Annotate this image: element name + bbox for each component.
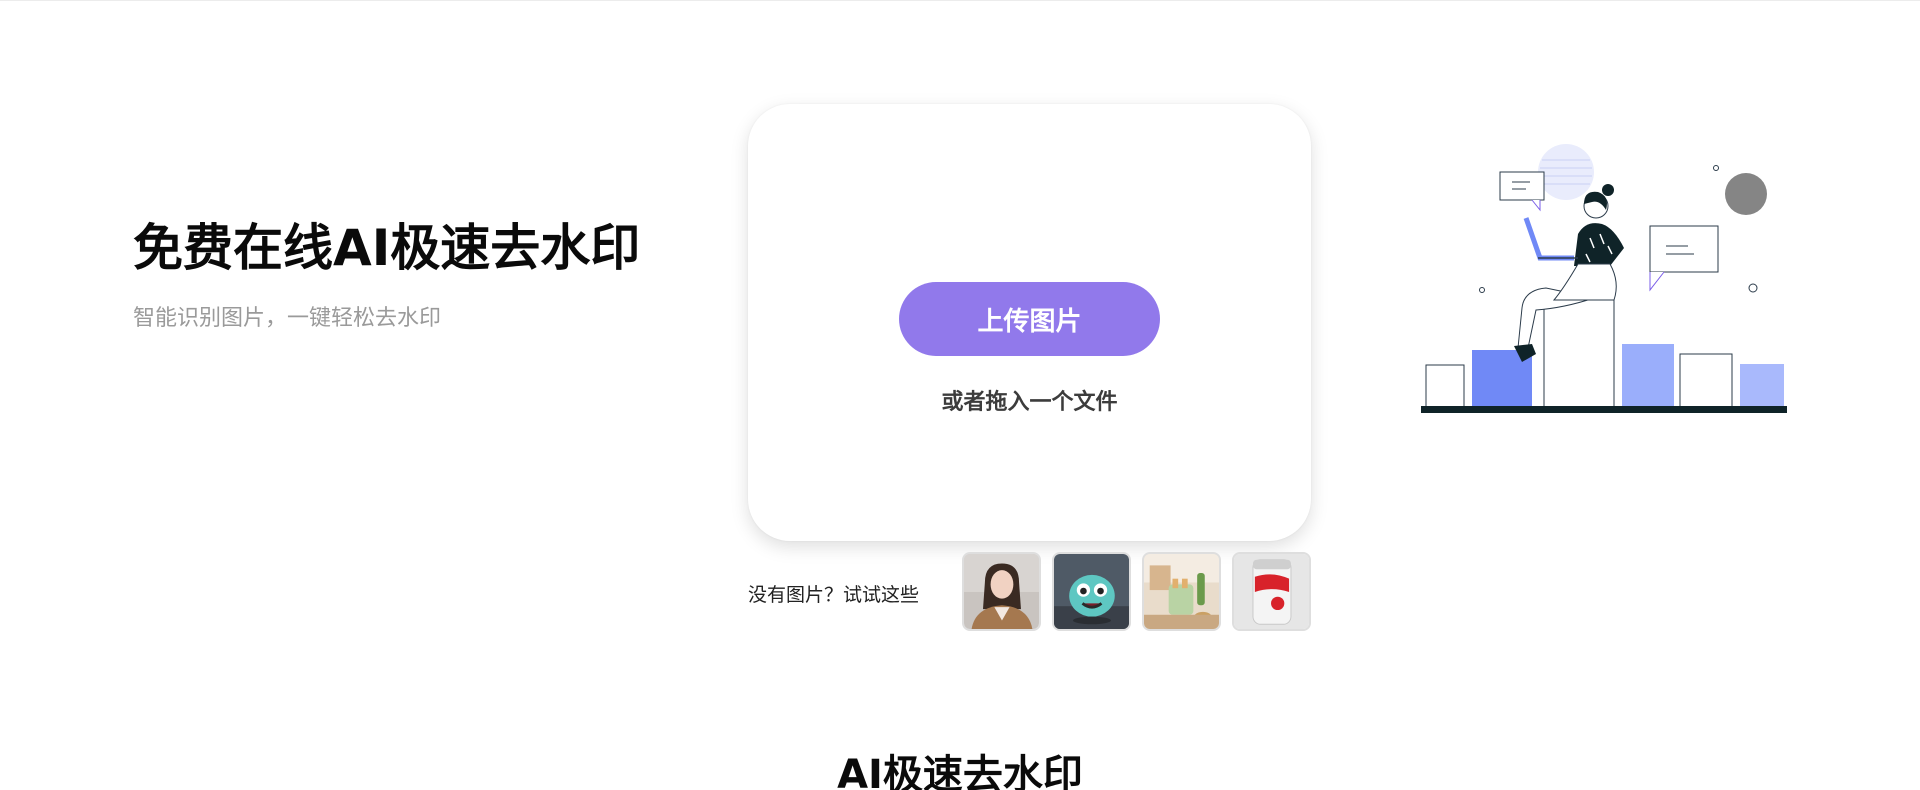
person-with-laptop-illustration [1421, 144, 1787, 413]
top-divider [0, 0, 1920, 1]
upload-image-button[interactable]: 上传图片 [899, 282, 1160, 356]
cartoon-monster-image [1054, 554, 1129, 629]
drop-hint-text: 或者拖入一个文件 [941, 390, 1118, 415]
cola-can-image [1234, 554, 1309, 629]
samples-label: 没有图片？试试这些 [748, 584, 920, 606]
hero-subtitle: 智能识别图片，一键轻松去水印 [133, 306, 442, 331]
sample-thumb-monster[interactable] [1052, 552, 1131, 631]
toaster-kitchen-image [1144, 554, 1219, 629]
sample-thumb-cola[interactable] [1232, 552, 1311, 631]
upload-dropzone[interactable]: 上传图片 或者拖入一个文件 [748, 104, 1311, 541]
sample-thumb-portrait[interactable] [962, 552, 1041, 631]
portrait-woman-image [964, 554, 1039, 629]
sample-thumb-toaster[interactable] [1142, 552, 1221, 631]
hero-title: 免费在线AI极速去水印 [133, 219, 641, 277]
hero-section: 免费在线AI极速去水印 智能识别图片，一键轻松去水印 [133, 218, 673, 332]
section-title: AI极速去水印 [837, 752, 1083, 790]
